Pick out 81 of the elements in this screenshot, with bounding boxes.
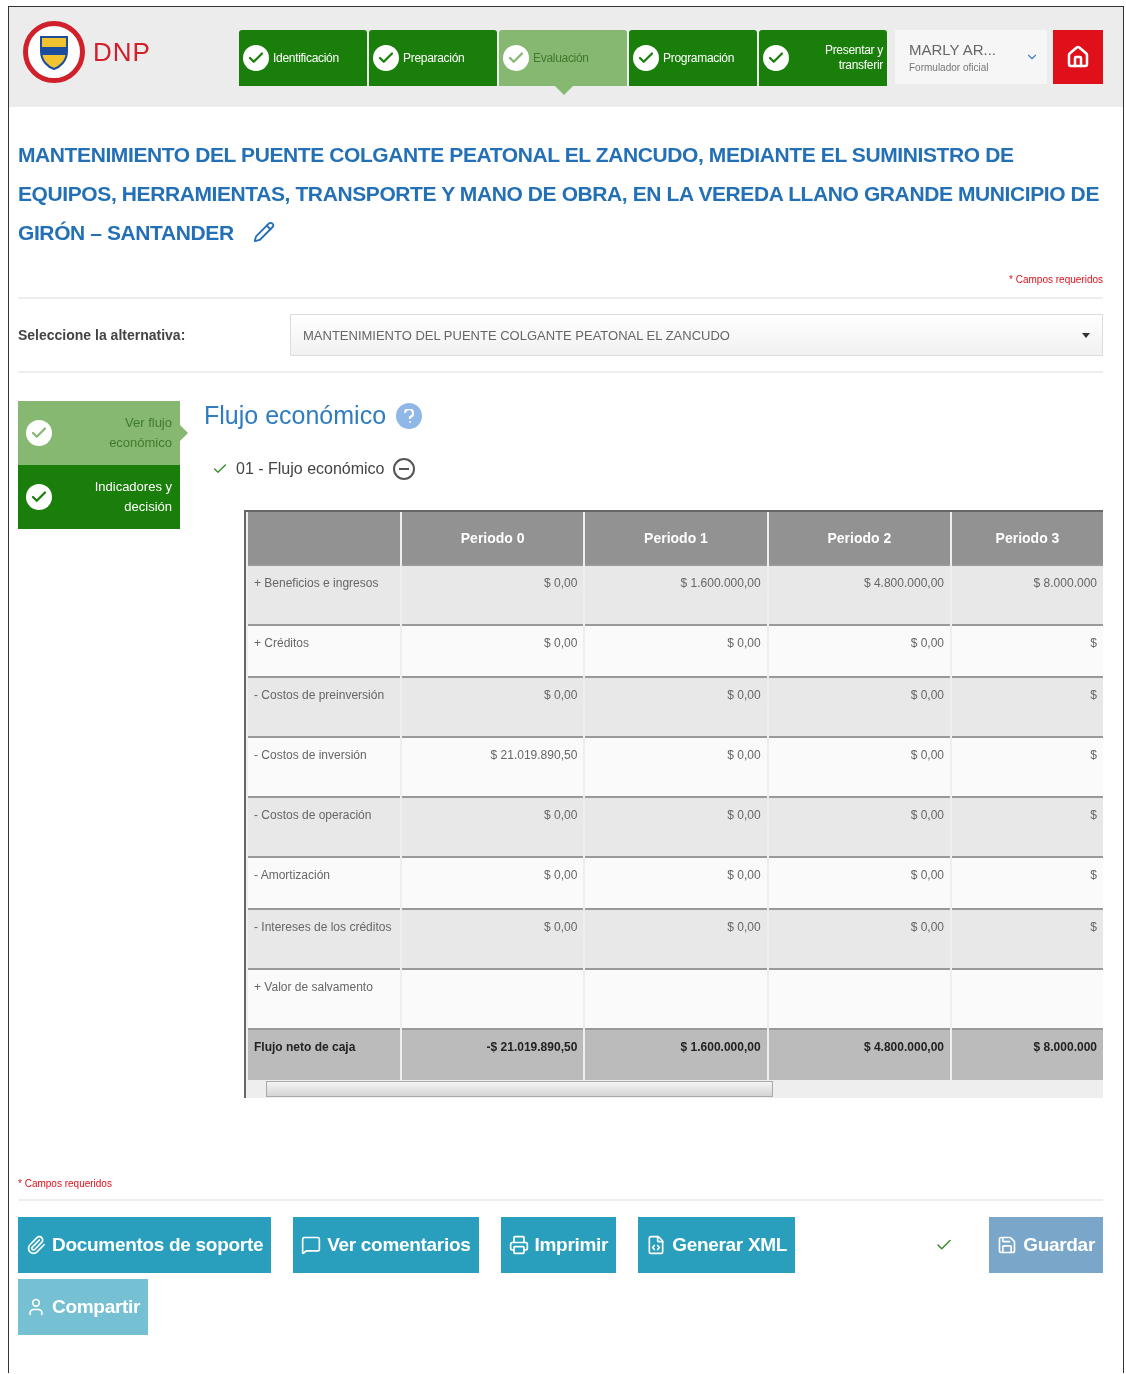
stage-tab[interactable]: Identificación [239,30,367,86]
table-cell: $ [951,737,1103,797]
project-title: MANTENIMIENTO DEL PUENTE COLGANTE PEATONAL EL ZANCUDO, MEDIANTE EL SUMINISTRO DE EQUIPOS, HERRAMIENTAS, TRANSPORTE Y MANO DE OBRA, EN LA VEREDA LLANO GRANDE MUNICIPIO DE GIRÓN – SANTANDER [18,142,1100,246]
table-cell: $ 0,00 [401,797,585,857]
file-code-icon [646,1235,667,1255]
table-cell: $ [951,797,1103,857]
paperclip-icon [26,1235,46,1255]
table-cell: $ 0,00 [767,797,951,857]
collapse-icon[interactable] [392,458,415,480]
table-cell: $ 8.000.000 [951,1029,1103,1080]
field-label: Seleccione la alternativa: [18,327,187,343]
table-cell: $ 4.800.000,00 [767,1029,951,1080]
table-cell: $ 0,00 [767,909,951,969]
stage-tab[interactable]: Presentar y transferir [759,30,887,86]
table-cell: + Beneficios e ingresos [247,565,401,625]
column-header: Periodo 2 [767,512,951,565]
table-cell: + Créditos [247,625,401,677]
table-cell: $ 21.019.890,50 [401,737,585,797]
subsection-title: 01 - Flujo económico [236,460,385,478]
table-cell: $ 0,00 [767,625,951,677]
table-cell: - Costos de operación [247,797,401,857]
table-cell: $ 0,00 [584,797,768,857]
table-cell: $ 8.000.000 [951,565,1103,625]
section-title: Flujo económico [204,401,387,430]
check-icon [763,45,789,71]
table-cell: $ [951,857,1103,909]
table-cell: $ 0,00 [584,909,768,969]
person-icon [26,1297,46,1317]
table-cell: $ 0,00 [401,857,585,909]
table-cell: $ 0,00 [401,909,585,969]
table-cell: -$ 21.019.890,50 [401,1029,585,1080]
table-cell: $ 1.600.000,00 [584,1029,768,1080]
alternative-dropdown[interactable]: MANTENIMIENTO DEL PUENTE COLGANTE PEATONAL EL ZANCUDO [290,314,1103,356]
horizontal-scrollbar[interactable] [246,1080,1103,1098]
check-icon [26,420,52,446]
printer-icon [508,1235,529,1255]
caret-icon [1082,332,1090,338]
required-note: * Campos requeridos [18,1178,113,1189]
stage-tab[interactable]: Programación [629,30,757,86]
table-cell: $ [951,625,1103,677]
check-icon [633,45,659,71]
column-header: Periodo 1 [584,512,768,565]
check-icon [373,45,399,71]
table-cell: + Valor de salvamento [247,969,401,1029]
home-icon [1066,45,1090,69]
table-cell: $ [951,909,1103,969]
table-cell: $ 0,00 [584,677,768,737]
table-cell: $ 0,00 [401,625,585,677]
table-cell: $ 4.800.000,00 [767,565,951,625]
column-header: Periodo 3 [951,512,1103,565]
table-cell: $ 0,00 [767,737,951,797]
table-cell: $ 0,00 [767,857,951,909]
table-cell: $ 0,00 [401,565,585,625]
action-button[interactable]: Ver comentarios [293,1217,479,1273]
table-cell: - Amortización [247,857,401,909]
column-header: Periodo 0 [401,512,585,565]
table-cell: $ [951,677,1103,737]
speech-bubble-icon [301,1235,322,1255]
action-button[interactable]: Documentos de soporte [18,1217,272,1273]
check-icon [26,484,52,510]
table-cell: $ 0,00 [584,857,768,909]
table-cell: - Costos de preinversión [247,677,401,737]
check-icon [243,45,269,71]
substep-tab[interactable]: Indicadores y decisión [18,465,180,529]
required-note: * Campos requeridos [1008,274,1103,285]
edit-icon[interactable] [253,221,276,243]
logo-text: DNP [93,36,151,68]
table-cell: Flujo neto de caja [247,1029,401,1080]
table-cell: - Intereses de los créditos [247,909,401,969]
stage-tab[interactable]: Preparación [369,30,497,86]
table-cell: - Costos de inversión [247,737,401,797]
table-cell: $ 0,00 [584,737,768,797]
table-cell: $ 0,00 [401,677,585,737]
table-cell: $ 1.600.000,00 [584,565,768,625]
home-button[interactable] [1053,30,1103,84]
check-icon [503,45,529,71]
table-cell: $ 0,00 [767,677,951,737]
table-cell: $ 0,00 [584,625,768,677]
action-button[interactable]: Generar XML [638,1217,796,1273]
user-menu[interactable]: MARLY AR... Formulador oficial [895,30,1047,84]
action-button[interactable]: Imprimir [500,1217,617,1273]
